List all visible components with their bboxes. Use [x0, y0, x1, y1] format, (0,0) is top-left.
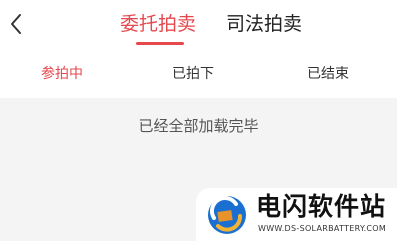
lightning-logo-icon — [208, 196, 246, 234]
back-button[interactable] — [4, 10, 28, 38]
subtab-won[interactable]: 已拍下 — [172, 65, 214, 83]
watermark-title: 电闪软件站 — [256, 192, 387, 221]
status-filter-bar: 参拍中 已拍下 已结束 — [0, 50, 397, 98]
chevron-left-icon — [11, 14, 21, 34]
all-loaded-status: 已经全部加载完毕 — [138, 117, 259, 135]
tab-entrusted-auction[interactable]: 委托拍卖 — [120, 11, 196, 37]
tab-judicial-auction[interactable]: 司法拍卖 — [226, 11, 302, 37]
watermark-url: WWW.DS-SOLARBATTERY.COM — [258, 224, 387, 233]
active-tab-indicator — [136, 42, 184, 45]
top-header: 委托拍卖 司法拍卖 — [0, 0, 397, 50]
subtab-participating[interactable]: 参拍中 — [41, 65, 83, 83]
subtab-ended[interactable]: 已结束 — [307, 65, 349, 83]
site-watermark: 电闪软件站 WWW.DS-SOLARBATTERY.COM — [196, 188, 397, 241]
